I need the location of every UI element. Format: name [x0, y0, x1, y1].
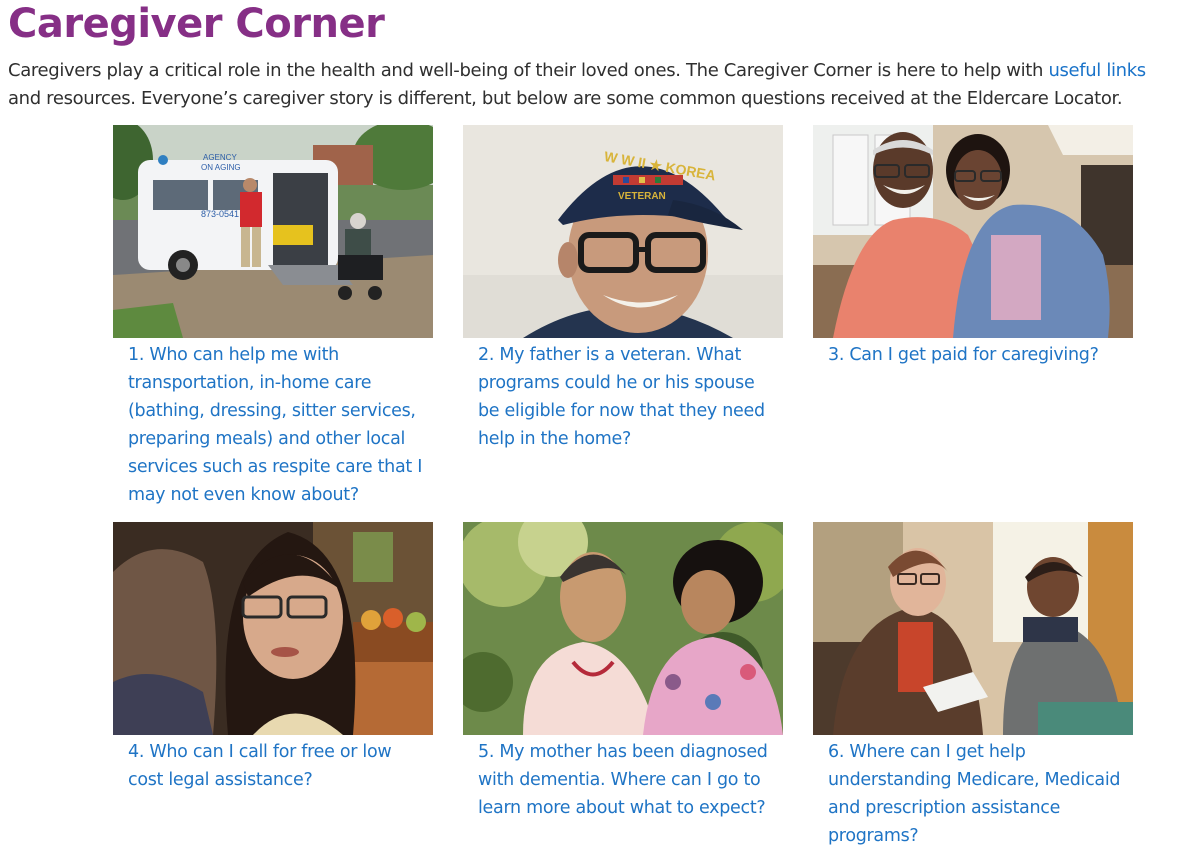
question-card-6: 6. Where can I get help understanding Me…	[813, 522, 1133, 850]
van-phone-text: 873-0541	[201, 209, 239, 219]
question-card-3: 3. Can I get paid for caregiving?	[813, 125, 1133, 369]
question-link-4[interactable]: 4. Who can I call for free or low cost l…	[113, 738, 433, 794]
question-card-5: 5. My mother has been diagnosed with dem…	[463, 522, 783, 822]
question-card-2: W W II ★ KOREA VETERAN 2. My father is a…	[463, 125, 783, 453]
intro-paragraph: Caregivers play a critical role in the h…	[8, 57, 1176, 113]
question-link-2[interactable]: 2. My father is a veteran. What programs…	[463, 341, 783, 453]
counselor-meeting-photo[interactable]	[813, 522, 1133, 735]
intro-text-before: Caregivers play a critical role in the h…	[8, 60, 1049, 81]
intro-text-after: and resources. Everyone’s caregiver stor…	[8, 88, 1123, 109]
van-text-on-aging: ON AGING	[201, 163, 241, 172]
question-link-1[interactable]: 1. Who can help me with transportation, …	[113, 341, 433, 509]
woman-with-glasses-photo[interactable]	[113, 522, 433, 735]
van-wheelchair-lift-photo[interactable]: AGENCY ON AGING 873-0541	[113, 125, 433, 338]
useful-links-link[interactable]: useful links	[1048, 60, 1146, 81]
two-senior-women-photo[interactable]	[463, 522, 783, 735]
van-text-agency: AGENCY	[203, 153, 237, 162]
page-title: Caregiver Corner	[8, 1, 385, 47]
question-link-5[interactable]: 5. My mother has been diagnosed with dem…	[463, 738, 783, 822]
question-card-4: 4. Who can I call for free or low cost l…	[113, 522, 433, 794]
question-card-1: AGENCY ON AGING 873-0541 1. Who can help…	[113, 125, 433, 509]
cap-text-veteran: VETERAN	[618, 191, 666, 202]
senior-couple-photo[interactable]	[813, 125, 1133, 338]
veteran-portrait-photo[interactable]: W W II ★ KOREA VETERAN	[463, 125, 783, 338]
question-link-3[interactable]: 3. Can I get paid for caregiving?	[813, 341, 1133, 369]
question-link-6[interactable]: 6. Where can I get help understanding Me…	[813, 738, 1133, 850]
